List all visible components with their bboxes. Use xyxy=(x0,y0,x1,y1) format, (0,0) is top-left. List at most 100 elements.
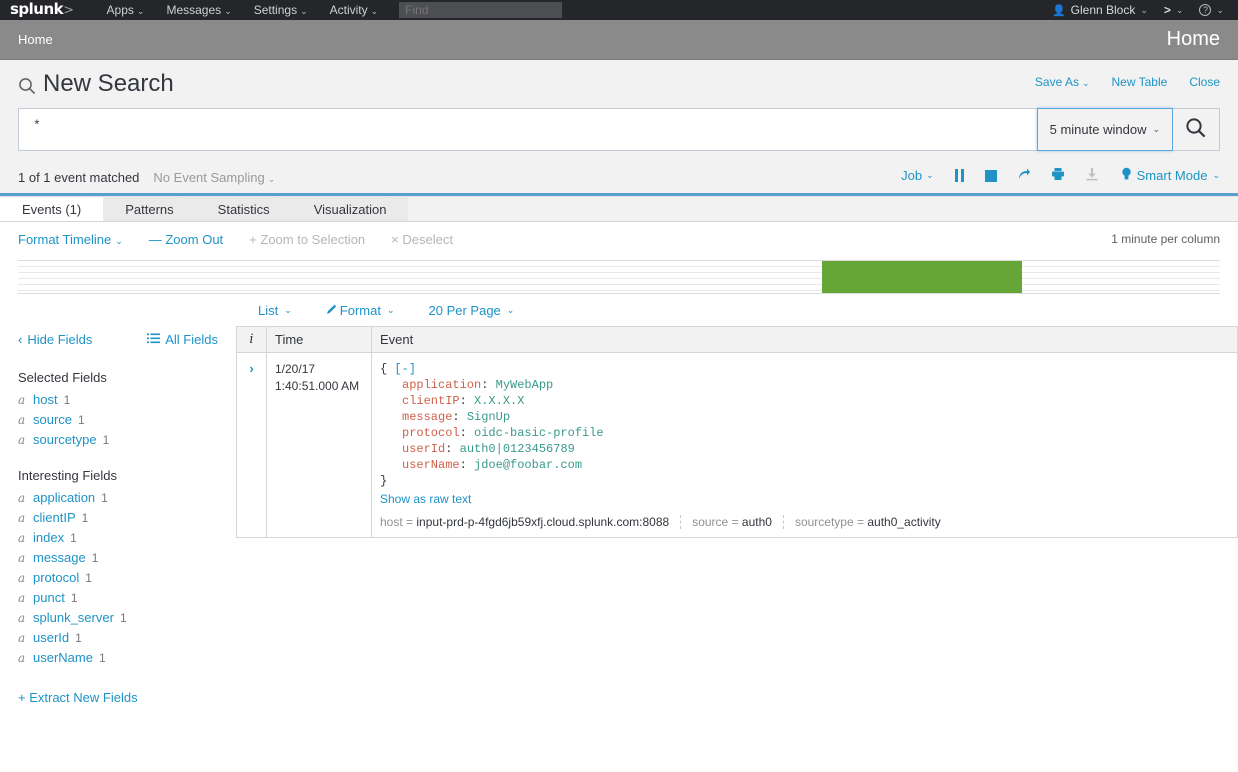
field-name[interactable]: application xyxy=(33,488,95,508)
results-controls: List ⌄ Format ⌄ 20 Per Page ⌄ xyxy=(0,294,1238,326)
field-name[interactable]: message xyxy=(33,548,86,568)
field-name[interactable]: userId xyxy=(33,628,69,648)
field-row-source[interactable]: a source 1 xyxy=(18,410,218,430)
selected-fields-title: Selected Fields xyxy=(18,370,107,385)
stop-icon xyxy=(984,169,997,182)
field-name[interactable]: source xyxy=(33,410,72,430)
field-row-userid[interactable]: a userId 1 xyxy=(18,628,218,648)
json-field-clientip: clientIP: X.X.X.X xyxy=(402,394,525,408)
json-key[interactable]: userName xyxy=(402,458,460,472)
field-name[interactable]: splunk_server xyxy=(33,608,114,628)
json-value[interactable]: jdoe@foobar.com xyxy=(474,458,582,472)
help-menu[interactable]: ? ⌄ xyxy=(1191,4,1232,16)
save-as-button[interactable]: Save As ⌄ xyxy=(1035,75,1090,89)
field-row-application[interactable]: a application 1 xyxy=(18,488,218,508)
json-value[interactable]: oidc-basic-profile xyxy=(474,426,604,440)
format-results-button[interactable]: Format ⌄ xyxy=(326,303,395,318)
deselect-button[interactable]: × Deselect xyxy=(391,232,453,247)
json-key[interactable]: message xyxy=(402,410,452,424)
stop-button[interactable] xyxy=(975,169,1007,182)
meta-sourcetype-value[interactable]: auth0_activity xyxy=(867,515,940,529)
field-row-index[interactable]: a index 1 xyxy=(18,528,218,548)
field-type-icon: a xyxy=(18,551,26,565)
new-table-button[interactable]: New Table xyxy=(1112,75,1168,89)
json-key[interactable]: clientIP xyxy=(402,394,460,408)
time-range-picker[interactable]: 5 minute window ⌄ xyxy=(1036,108,1173,151)
find-input[interactable] xyxy=(399,2,563,18)
tab-events[interactable]: Events (1) xyxy=(0,197,104,221)
pause-button[interactable] xyxy=(944,169,975,182)
tab-statistics[interactable]: Statistics xyxy=(195,197,292,221)
meta-source-key[interactable]: source xyxy=(692,515,728,529)
per-page-selector[interactable]: 20 Per Page ⌄ xyxy=(429,303,515,318)
field-name[interactable]: userName xyxy=(33,648,93,668)
tab-patterns-label: Patterns xyxy=(125,201,174,217)
meta-host-key[interactable]: host xyxy=(380,515,403,529)
export-button[interactable] xyxy=(1075,167,1109,184)
event-sampling-selector[interactable]: No Event Sampling ⌄ xyxy=(153,170,275,185)
nav-item-activity[interactable]: Activity ⌄ xyxy=(319,0,390,21)
tab-patterns[interactable]: Patterns xyxy=(103,197,197,221)
nav-item-messages[interactable]: Messages ⌄ xyxy=(155,0,242,21)
timeline-chart[interactable] xyxy=(18,260,1220,294)
json-collapse-toggle[interactable]: [-] xyxy=(394,362,416,376)
field-row-username[interactable]: a userName 1 xyxy=(18,648,218,668)
splunk-logo-text: splunk xyxy=(10,0,64,18)
json-key[interactable]: application xyxy=(402,378,481,392)
console-menu[interactable]: > ⌄ xyxy=(1156,3,1192,17)
view-mode-selector[interactable]: List ⌄ xyxy=(258,303,292,318)
nav-item-messages-label: Messages xyxy=(166,2,222,17)
show-as-raw-text-link[interactable]: Show as raw text xyxy=(380,492,471,506)
field-type-icon: a xyxy=(18,393,26,407)
user-menu[interactable]: 👤 Glenn Block ⌄ xyxy=(1044,3,1156,17)
json-value[interactable]: MyWebApp xyxy=(496,378,554,392)
json-key[interactable]: protocol xyxy=(402,426,460,440)
print-button[interactable] xyxy=(1041,167,1075,184)
format-timeline-button[interactable]: Format Timeline ⌄ xyxy=(18,232,123,247)
field-name[interactable]: protocol xyxy=(33,568,79,588)
json-value[interactable]: auth0|0123456789 xyxy=(460,442,575,456)
zoom-out-button[interactable]: — Zoom Out xyxy=(149,232,223,247)
field-row-sourcetype[interactable]: a sourcetype 1 xyxy=(18,430,218,450)
field-name[interactable]: index xyxy=(33,528,64,548)
json-key[interactable]: userId xyxy=(402,442,445,456)
field-name[interactable]: clientIP xyxy=(33,508,76,528)
nav-item-settings[interactable]: Settings ⌄ xyxy=(243,0,319,21)
field-row-splunk-server[interactable]: a splunk_server 1 xyxy=(18,608,218,628)
app-nav-home-link[interactable]: Home xyxy=(18,32,53,47)
row-expand-toggle[interactable]: › xyxy=(236,352,267,538)
job-menu[interactable]: Job ⌄ xyxy=(891,168,944,183)
search-input[interactable] xyxy=(31,117,1207,134)
meta-source-value[interactable]: auth0 xyxy=(742,515,772,529)
chevron-down-icon: ⌄ xyxy=(926,170,934,180)
meta-host-value[interactable]: input-prd-p-4fgd6jb59xfj.cloud.splunk.co… xyxy=(416,515,669,529)
field-row-host[interactable]: a host 1 xyxy=(18,390,218,410)
format-results-label: Format xyxy=(339,302,381,318)
zoom-to-selection-button[interactable]: + Zoom to Selection xyxy=(249,232,365,247)
share-button[interactable] xyxy=(1007,167,1041,184)
chevron-down-icon: ⌄ xyxy=(115,235,123,246)
search-submit-button[interactable] xyxy=(1173,108,1220,151)
field-row-clientip[interactable]: a clientIP 1 xyxy=(18,508,218,528)
column-header-time[interactable]: Time xyxy=(266,326,372,353)
tab-visualization[interactable]: Visualization xyxy=(291,197,409,221)
close-button[interactable]: Close xyxy=(1189,75,1220,89)
field-name[interactable]: punct xyxy=(33,588,65,608)
meta-sourcetype-key[interactable]: sourcetype xyxy=(795,515,854,529)
extract-new-fields-button[interactable]: + Extract New Fields xyxy=(18,690,218,705)
hide-fields-button[interactable]: ‹ Hide Fields xyxy=(18,332,92,347)
field-row-message[interactable]: a message 1 xyxy=(18,548,218,568)
json-value[interactable]: SignUp xyxy=(467,410,510,424)
splunk-logo[interactable]: splunk> xyxy=(10,0,74,18)
all-fields-button[interactable]: All Fields xyxy=(147,332,218,347)
column-header-event[interactable]: Event xyxy=(371,326,1238,353)
search-mode-selector[interactable]: Smart Mode ⌄ xyxy=(1109,167,1220,184)
field-name[interactable]: host xyxy=(33,390,58,410)
field-name[interactable]: sourcetype xyxy=(33,430,97,450)
tab-divider xyxy=(179,197,197,221)
timeline-bar[interactable] xyxy=(822,261,1022,293)
field-row-punct[interactable]: a punct 1 xyxy=(18,588,218,608)
field-row-protocol[interactable]: a protocol 1 xyxy=(18,568,218,588)
nav-item-apps[interactable]: Apps ⌄ xyxy=(96,0,156,21)
json-value[interactable]: X.X.X.X xyxy=(474,394,524,408)
